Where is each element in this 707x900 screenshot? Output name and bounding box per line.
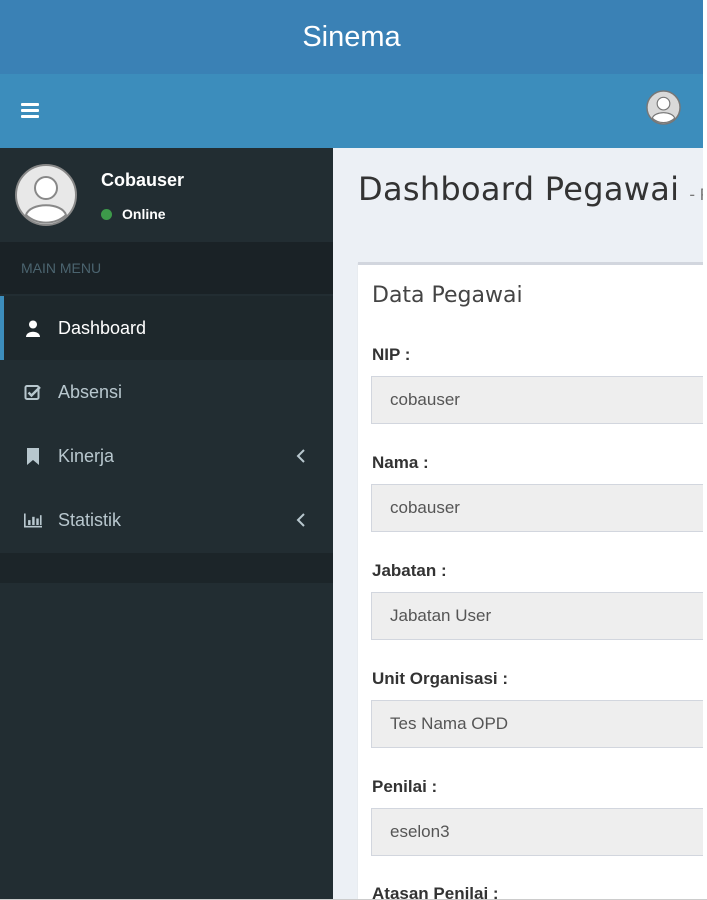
sidebar-item-label: Absensi xyxy=(58,381,123,402)
unit-organisasi-label: Unit Organisasi : xyxy=(372,669,509,688)
content-area: Dashboard Pegawai - Prof Data Pegawai NIP… xyxy=(333,148,703,900)
user-status-label: Online xyxy=(122,206,166,222)
nama-label: Nama : xyxy=(372,453,429,472)
atasan-penilai-label: Atasan Penilai : xyxy=(372,884,499,900)
chevron-left-icon xyxy=(296,449,305,463)
bookmark-icon xyxy=(24,447,42,465)
check-square-icon xyxy=(24,383,42,401)
chevron-left-icon xyxy=(296,513,305,527)
nama-field[interactable]: cobauser xyxy=(371,484,703,532)
user-icon xyxy=(24,319,42,337)
app-title: Sinema xyxy=(302,20,401,53)
page-subtitle: - Prof xyxy=(689,185,703,204)
sidebar-item-label: Dashboard xyxy=(58,317,147,338)
user-avatar-icon xyxy=(15,164,77,226)
jabatan-field[interactable]: Jabatan User xyxy=(371,592,703,640)
menu-toggle-icon[interactable] xyxy=(21,103,39,118)
penilai-field[interactable]: eselon3 xyxy=(371,808,703,856)
sidebar-divider xyxy=(0,553,333,583)
sidebar: Cobauser Online MAIN MENU Dashboard Abse… xyxy=(0,148,333,900)
user-status: Online xyxy=(101,206,166,222)
top-header: Sinema xyxy=(0,0,703,74)
online-status-icon xyxy=(101,208,112,220)
employee-data-box: Data Pegawai NIP : cobauser Nama : cobau… xyxy=(358,262,703,900)
menu-header: MAIN MENU xyxy=(0,242,333,294)
page-title-text: Dashboard Pegawai xyxy=(358,170,680,208)
jabatan-label: Jabatan : xyxy=(372,561,447,580)
penilai-label: Penilai : xyxy=(372,777,438,796)
bar-chart-icon xyxy=(24,511,42,529)
user-panel: Cobauser Online xyxy=(0,148,333,242)
sidebar-item-statistik[interactable]: Statistik xyxy=(0,488,333,552)
navbar xyxy=(0,74,703,148)
sidebar-item-kinerja[interactable]: Kinerja xyxy=(0,424,333,488)
unit-organisasi-field[interactable]: Tes Nama OPD xyxy=(371,700,703,748)
user-name: Cobauser xyxy=(101,170,185,190)
nip-field[interactable]: cobauser xyxy=(371,376,703,424)
sidebar-item-dashboard[interactable]: Dashboard xyxy=(0,296,333,360)
nip-label: NIP : xyxy=(372,345,411,364)
sidebar-item-absensi[interactable]: Absensi xyxy=(0,360,333,424)
box-title: Data Pegawai xyxy=(372,283,523,308)
sidebar-item-label: Kinerja xyxy=(58,445,115,466)
sidebar-item-label: Statistik xyxy=(58,509,122,530)
page-title: Dashboard Pegawai - Prof xyxy=(358,170,703,208)
navbar-avatar-icon[interactable] xyxy=(646,90,681,125)
